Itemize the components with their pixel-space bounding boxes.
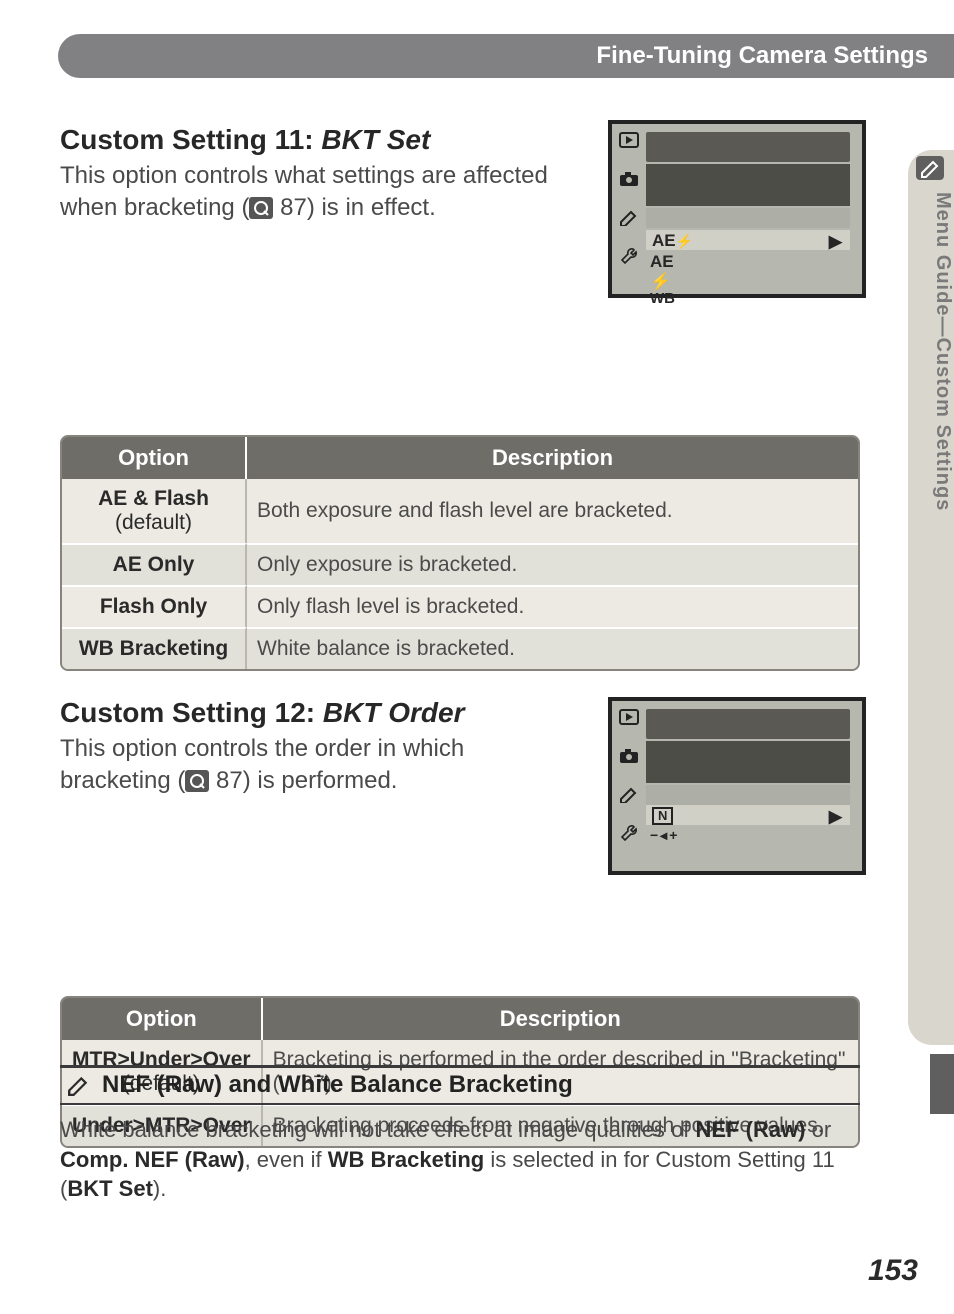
table-bkt-set: Option Description AE & Flash(default) B… <box>60 435 860 671</box>
lcd-row1-text: AE <box>652 231 676 250</box>
opt-desc: White balance is bracketed. <box>247 627 858 669</box>
pencil-icon <box>616 208 642 232</box>
opt-name: Flash Only <box>100 595 207 618</box>
page-number: 153 <box>868 1254 918 1288</box>
callout-nef-wb: NEF (Raw) and White Balance Bracketing W… <box>60 1065 860 1204</box>
lcd-dark-band <box>646 741 850 783</box>
cb-d: Comp. NEF (Raw) <box>60 1147 245 1172</box>
cb-h: BKT Set <box>67 1176 153 1201</box>
lcd-row-selected: N ▶ <box>646 805 850 825</box>
opt-desc: Only flash level is bracketed. <box>247 585 858 627</box>
chapter-title: Fine-Tuning Camera Settings <box>596 34 928 78</box>
intro-bkt-order: This option controls the order in which … <box>60 733 570 798</box>
th-option: Option <box>62 437 247 479</box>
cb-f: WB Bracketing <box>328 1147 484 1172</box>
page-ref-icon <box>249 197 273 219</box>
callout-title: NEF (Raw) and White Balance Bracketing <box>102 1071 573 1099</box>
table-row: WB Bracketing White balance is bracketed… <box>62 627 858 669</box>
play-icon <box>616 709 642 733</box>
lcd-row-selected: AE⚡ ▶ <box>646 230 850 250</box>
lcd-light-band <box>646 208 850 228</box>
cb-e: , even if <box>245 1147 328 1172</box>
wrench-icon <box>616 823 642 847</box>
th-option: Option <box>62 998 263 1040</box>
chevron-right-icon: ▶ <box>829 232 842 252</box>
th-description: Description <box>247 437 858 479</box>
lcd-row1-text: N <box>652 807 673 825</box>
cb-c: or <box>806 1117 832 1142</box>
side-tab: Menu Guide—Custom Settings <box>908 150 954 1045</box>
camera-lcd-bkt-order: N ▶ −◂+ <box>608 697 866 875</box>
lcd-row-2: −◂+ <box>650 827 679 844</box>
intro-bkt-set: This option controls what settings are a… <box>60 160 570 225</box>
lcd-title-band <box>646 132 850 162</box>
camera-icon <box>616 747 642 771</box>
chapter-header-band: Fine-Tuning Camera Settings <box>58 34 954 78</box>
heading-prefix: Custom Setting 11: <box>60 124 321 155</box>
camera-icon <box>616 170 642 194</box>
table-row: Flash Only Only flash level is bracketed… <box>62 585 858 627</box>
side-tab-label: Menu Guide—Custom Settings <box>908 192 954 511</box>
pencil-icon <box>616 785 642 809</box>
heading-name: BKT Set <box>321 124 430 155</box>
lcd-row-4: WB <box>650 290 675 307</box>
cb-b: NEF (Raw) <box>696 1117 806 1142</box>
wrench-icon <box>616 246 642 270</box>
opt-sub: (default) <box>72 511 235 535</box>
callout-body: White balance bracketing will not take e… <box>60 1115 860 1204</box>
callout-header-bar: NEF (Raw) and White Balance Bracketing <box>60 1065 860 1105</box>
table-row: AE Only Only exposure is bracketed. <box>62 543 858 585</box>
thumb-tab <box>930 1054 954 1114</box>
lcd-row-3: ⚡ <box>650 272 671 292</box>
lcd-side-icons <box>616 709 644 863</box>
pencil-icon <box>62 1072 92 1098</box>
heading-name: BKT Order <box>323 697 465 728</box>
opt-desc: Both exposure and flash level are bracke… <box>247 479 858 543</box>
lcd-side-icons <box>616 132 644 286</box>
play-icon <box>616 132 642 156</box>
lcd-title-band <box>646 709 850 739</box>
intro-ref: 87 <box>273 194 306 221</box>
opt-desc: Only exposure is bracketed. <box>247 543 858 585</box>
flash-mini-icon: ⚡ <box>676 233 693 249</box>
intro-text-b: ) is in effect. <box>307 194 436 221</box>
section-bkt-set: Custom Setting 11: BKT Set This option c… <box>60 124 860 671</box>
opt-name: WB Bracketing <box>79 637 228 660</box>
pencil-icon <box>916 156 944 184</box>
camera-lcd-bkt-set: AE⚡ ▶ AE ⚡ WB <box>608 120 866 298</box>
intro-text-b: ) is performed. <box>243 767 398 794</box>
chevron-right-icon: ▶ <box>829 807 842 827</box>
lcd-row-2: AE <box>650 252 674 272</box>
opt-name: AE Only <box>113 553 195 576</box>
cb-i: ). <box>153 1176 166 1201</box>
lcd-light-band <box>646 785 850 805</box>
intro-ref: 87 <box>209 767 242 794</box>
lcd-dark-band <box>646 164 850 206</box>
heading-prefix: Custom Setting 12: <box>60 697 323 728</box>
page-ref-icon <box>185 770 209 792</box>
cb-a: White balance bracketing will not take e… <box>60 1117 696 1142</box>
opt-name: AE & Flash <box>98 487 209 510</box>
th-description: Description <box>263 998 858 1040</box>
table-row: AE & Flash(default) Both exposure and fl… <box>62 479 858 543</box>
